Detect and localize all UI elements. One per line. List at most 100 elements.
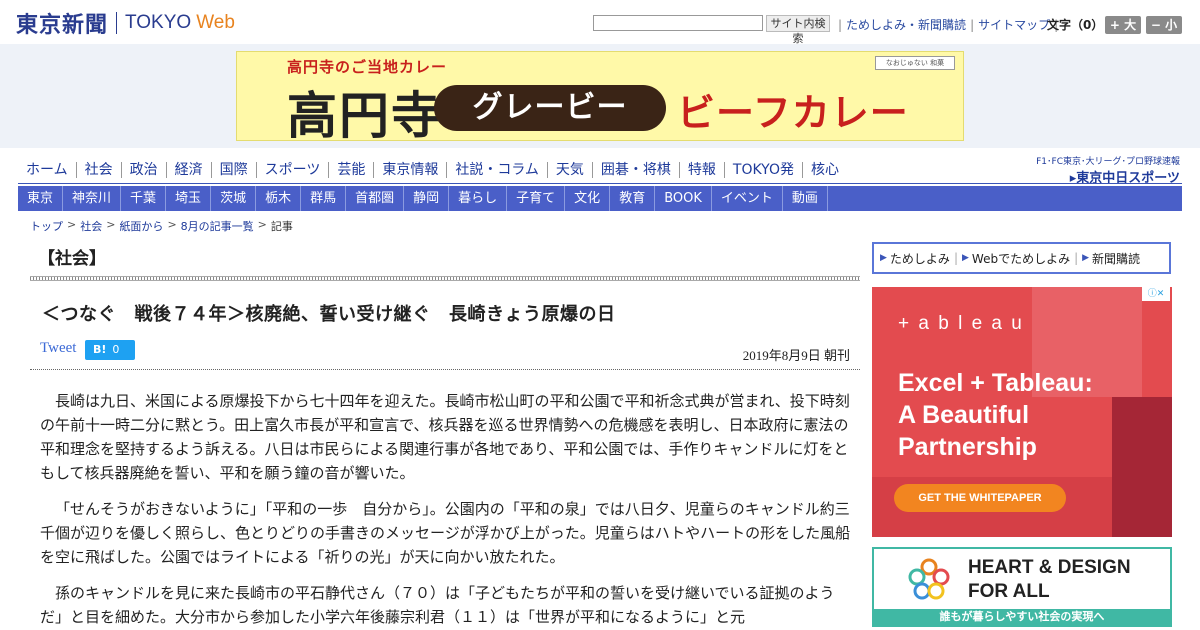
nav-weather[interactable]: 天気 <box>548 162 593 178</box>
nav-economy[interactable]: 経済 <box>167 162 212 178</box>
breadcrumb-separator: > <box>257 218 267 231</box>
hatena-count: 0 <box>112 343 120 356</box>
arrow-right-icon: ▶ <box>961 253 969 263</box>
secondary-nav: 東京 神奈川 千葉 埼玉 茨城 栃木 群馬 首都圏 静岡 暮らし 子育て 文化 … <box>18 186 1182 211</box>
sidebar-link-label: Webでためしよみ <box>971 251 1071 266</box>
nav-sports[interactable]: スポーツ <box>257 162 330 178</box>
banner-koenji: 高円寺 <box>287 86 443 141</box>
font-larger-button[interactable]: + 大 <box>1105 16 1141 34</box>
tableau-headline-line: A Beautiful <box>898 401 1030 429</box>
subscription-links: ▶ ためしよみ | ▶ Webでためしよみ | ▶ 新聞購読 <box>872 242 1171 274</box>
article-paragraph: 「せんそうがおきないように」「平和の一歩 自分から」。公園内の「平和の泉」では八… <box>40 500 851 566</box>
nav-region-tochigi[interactable]: 栃木 <box>256 186 302 211</box>
site-header: 東京新聞 TOKYO Web サイト内検索 | ためしよみ・新聞購読 | サイト… <box>0 0 1200 45</box>
sidebar-link-web-trial[interactable]: ▶ Webでためしよみ <box>962 250 1070 267</box>
nav-lifestyle[interactable]: 暮らし <box>449 186 508 211</box>
article-headline: ＜つなぐ 戦後７４年＞核廃絶、誓い受け継ぐ 長崎きょう原爆の日 <box>42 304 616 325</box>
nav-home[interactable]: ホーム <box>18 162 77 178</box>
ad-block <box>1112 397 1172 537</box>
site-search-input[interactable] <box>593 15 763 31</box>
nav-parenting[interactable]: 子育て <box>507 186 566 211</box>
nav-region-ibaraki[interactable]: 茨城 <box>211 186 257 211</box>
nav-editorial-column[interactable]: 社説・コラム <box>447 162 548 178</box>
date-rule <box>30 369 860 370</box>
nav-region-kanagawa[interactable]: 神奈川 <box>63 186 122 211</box>
banner-subtitle: 高円寺のご当地カレー <box>287 58 448 76</box>
nav-special-report[interactable]: 特報 <box>680 162 725 178</box>
nav-politics[interactable]: 政治 <box>122 162 167 178</box>
breadcrumb-print[interactable]: 紙面から <box>119 218 163 234</box>
nav-region-gunma[interactable]: 群馬 <box>301 186 347 211</box>
nav-education[interactable]: 教育 <box>610 186 656 211</box>
banner-gravy: グレービー <box>434 85 666 131</box>
nav-region-shizuoka[interactable]: 静岡 <box>404 186 450 211</box>
link-sitemap[interactable]: サイトマップ <box>978 16 1050 33</box>
nav-tokyo-info[interactable]: 東京情報 <box>374 162 448 178</box>
nav-entertainment[interactable]: 芸能 <box>329 162 375 178</box>
flower-emblem-icon <box>908 558 950 600</box>
heart-design-ad[interactable]: HEART & DESIGN FOR ALL 誰もが暮らしやすい社会の実現へ <box>872 547 1172 627</box>
nav-core[interactable]: 核心 <box>803 162 847 178</box>
logo-divider <box>116 12 118 34</box>
font-smaller-button[interactable]: − 小 <box>1146 16 1182 34</box>
nav-society[interactable]: 社会 <box>77 162 122 178</box>
sidebar-link-trial[interactable]: ▶ ためしよみ <box>880 250 950 267</box>
chunichi-sports-link[interactable]: F1･FC東京･大リーグ･プロ野球速報 ▸東京中日スポーツ <box>1024 154 1180 186</box>
top-links: | ためしよみ・新聞購読 | サイトマップ | <box>834 16 1062 33</box>
sidebar-link-label: 新聞購読 <box>1092 251 1141 266</box>
arrow-right-icon: ▶ <box>1082 253 1090 263</box>
whitepaper-cta-button[interactable]: GET THE WHITEPAPER <box>894 484 1066 512</box>
banner-area: 高円寺のご当地カレー 高円寺 グレービー ビーフカレー なおじゅない 和菓 <box>0 44 1200 148</box>
article-paragraph: 長崎は九日、米国による原爆投下から七十四年を迎えた。長崎市松山町の平和公園で平和… <box>40 392 850 482</box>
nav-region-shutoken[interactable]: 首都圏 <box>346 186 405 211</box>
curry-ad-banner[interactable]: 高円寺のご当地カレー 高円寺 グレービー ビーフカレー なおじゅない 和菓 <box>236 51 964 141</box>
font-size-label: 文字（0） <box>1047 18 1104 32</box>
site-logo[interactable]: 東京新聞 TOKYO Web <box>16 8 235 38</box>
sidebar-link-divider: | <box>1074 251 1079 265</box>
site-search-button[interactable]: サイト内検索 <box>766 15 830 45</box>
nav-culture[interactable]: 文化 <box>565 186 611 211</box>
logo-tokyo: TOKYO <box>125 12 192 33</box>
banner-beef-curry: ビーフカレー <box>677 91 909 135</box>
adchoices-icon[interactable]: ⓘ✕ <box>1142 287 1170 301</box>
hatena-bookmark-button[interactable]: B! 0 <box>85 340 135 360</box>
nav-international[interactable]: 国際 <box>212 162 257 178</box>
link-trial-subscribe[interactable]: ためしよみ・新聞購読 <box>846 16 966 33</box>
nav-region-chiba[interactable]: 千葉 <box>121 186 167 211</box>
breadcrumb: トップ > 社会 > 紙面から > 8月の記事一覧 > 記事 <box>30 218 293 234</box>
article-paragraph: 孫のキャンドルを見に来た長崎市の平石静代さん（７０）は「子どもたちが平和の誓いを… <box>40 584 835 626</box>
heart-design-subtitle: FOR ALL <box>968 581 1050 602</box>
logo-web: Web <box>196 12 235 33</box>
sidebar-link-subscribe[interactable]: ▶ 新聞購読 <box>1082 250 1140 267</box>
sports-flash-label: F1･FC東京･大リーグ･プロ野球速報 <box>1036 157 1180 167</box>
breadcrumb-society[interactable]: 社会 <box>80 218 102 234</box>
breadcrumb-separator: > <box>106 218 116 231</box>
tableau-headline-line: Partnership <box>898 433 1037 461</box>
breadcrumb-top[interactable]: トップ <box>30 218 63 234</box>
hatena-label: B! <box>93 343 107 356</box>
section-rule <box>30 276 860 281</box>
tableau-logo: + a b l e a u <box>898 313 1024 334</box>
breadcrumb-separator: > <box>167 218 177 231</box>
nav-event[interactable]: イベント <box>712 186 783 211</box>
breadcrumb-august-list[interactable]: 8月の記事一覧 <box>181 218 254 234</box>
nav-region-saitama[interactable]: 埼玉 <box>166 186 212 211</box>
breadcrumb-separator: > <box>67 218 77 231</box>
tableau-ad[interactable]: ⓘ✕ + a b l e a u Excel + Tableau: A Beau… <box>872 287 1172 537</box>
heart-design-title: HEART & DESIGN <box>968 557 1131 578</box>
breadcrumb-current: 記事 <box>270 220 293 233</box>
tweet-button[interactable]: Tweet <box>40 340 76 357</box>
article-body: 長崎は九日、米国による原爆投下から七十四年を迎えた。長崎市松山町の平和公園で平和… <box>40 389 856 630</box>
nav-tokyo-hatsu[interactable]: TOKYO発 <box>725 162 803 178</box>
primary-nav: ホーム 社会 政治 経済 国際 スポーツ 芸能 東京情報 社説・コラム 天気 囲… <box>18 158 847 182</box>
sidebar-link-divider: | <box>953 251 958 265</box>
banner-badge: なおじゅない 和菓 <box>875 56 955 70</box>
nav-book[interactable]: BOOK <box>655 186 712 211</box>
nav-go-shogi[interactable]: 囲碁・将棋 <box>593 162 680 178</box>
nav-region-tokyo[interactable]: 東京 <box>18 186 64 211</box>
arrow-right-icon: ▶ <box>880 253 887 263</box>
sidebar-link-label: ためしよみ <box>889 251 950 266</box>
tableau-headline: Excel + Tableau: A Beautiful Partnership <box>898 367 1093 463</box>
nav-video[interactable]: 動画 <box>783 186 828 211</box>
heart-design-tagline: 誰もが暮らしやすい社会の実現へ <box>874 609 1170 625</box>
